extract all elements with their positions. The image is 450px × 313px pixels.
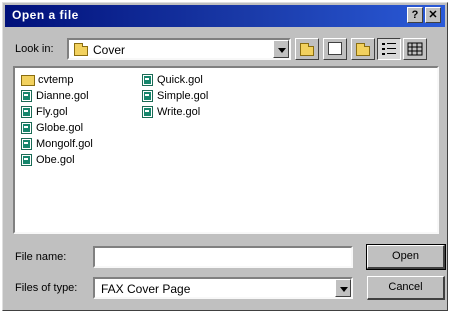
desktop-button[interactable] xyxy=(323,38,347,60)
gal-file-icon xyxy=(142,106,153,118)
gal-file-icon xyxy=(21,90,32,102)
file-type-value: FAX Cover Page xyxy=(101,282,191,296)
look-in-combo[interactable]: Cover xyxy=(67,38,291,60)
list-item[interactable]: Obe.gol xyxy=(21,153,75,167)
look-in-value: Cover xyxy=(93,43,126,57)
up-folder-button[interactable] xyxy=(295,38,319,60)
open-button[interactable]: Open xyxy=(366,244,446,270)
desktop-icon xyxy=(328,42,342,55)
list-item-label: Globe.gol xyxy=(36,122,84,134)
window-title: Open a file xyxy=(12,8,79,22)
gal-file-icon xyxy=(21,138,32,150)
new-folder-icon xyxy=(356,43,370,56)
cancel-button[interactable]: Cancel xyxy=(367,276,445,300)
list-item-label: Quick.gol xyxy=(157,74,203,86)
title-bar[interactable]: Open a file ? ✕ xyxy=(5,5,445,27)
list-item[interactable]: Fly.gol xyxy=(21,105,68,119)
list-item[interactable]: Mongolf.gol xyxy=(21,137,93,151)
gal-file-icon xyxy=(21,122,32,134)
list-item[interactable]: Write.gol xyxy=(142,105,200,119)
file-type-combo[interactable]: FAX Cover Page xyxy=(93,277,353,299)
list-item[interactable]: cvtemp xyxy=(21,73,73,87)
list-item[interactable]: Quick.gol xyxy=(142,73,203,87)
chevron-down-icon[interactable] xyxy=(335,279,351,297)
gal-file-icon xyxy=(142,90,153,102)
file-name-label: File name: xyxy=(15,251,67,263)
list-view-button[interactable] xyxy=(377,38,401,60)
close-button[interactable]: ✕ xyxy=(425,7,441,23)
help-button[interactable]: ? xyxy=(407,7,423,23)
list-item[interactable]: Globe.gol xyxy=(21,121,83,135)
list-item-label: Fly.gol xyxy=(36,106,68,118)
new-folder-button[interactable] xyxy=(351,38,375,60)
look-in-label: Look in: xyxy=(15,43,54,55)
chevron-down-icon[interactable] xyxy=(273,40,289,58)
list-item-label: cvtemp xyxy=(38,74,74,86)
up-folder-icon xyxy=(300,43,314,56)
list-item[interactable]: Dianne.gol xyxy=(21,89,89,103)
file-list[interactable]: cvtemp Dianne.gol Fly.gol Globe.gol Mong… xyxy=(13,66,439,234)
list-item-label: Dianne.gol xyxy=(36,90,89,102)
gal-file-icon xyxy=(142,74,153,86)
list-item-label: Write.gol xyxy=(157,106,201,118)
gal-file-icon xyxy=(21,154,32,166)
folder-icon xyxy=(74,43,88,56)
list-item-label: Mongolf.gol xyxy=(36,138,93,150)
list-view-icon xyxy=(382,43,396,55)
list-item-label: Obe.gol xyxy=(36,154,75,166)
gal-file-icon xyxy=(21,106,32,118)
list-item-label: Simple.gol xyxy=(157,90,209,102)
details-view-button[interactable] xyxy=(403,38,427,60)
details-view-icon xyxy=(407,42,423,56)
file-type-label: Files of type: xyxy=(15,282,78,294)
file-name-input[interactable] xyxy=(93,246,353,268)
list-item[interactable]: Simple.gol xyxy=(142,89,208,103)
folder-icon xyxy=(21,74,35,86)
open-file-dialog: Open a file ? ✕ Look in: Cover cvtemp Di… xyxy=(2,2,448,311)
